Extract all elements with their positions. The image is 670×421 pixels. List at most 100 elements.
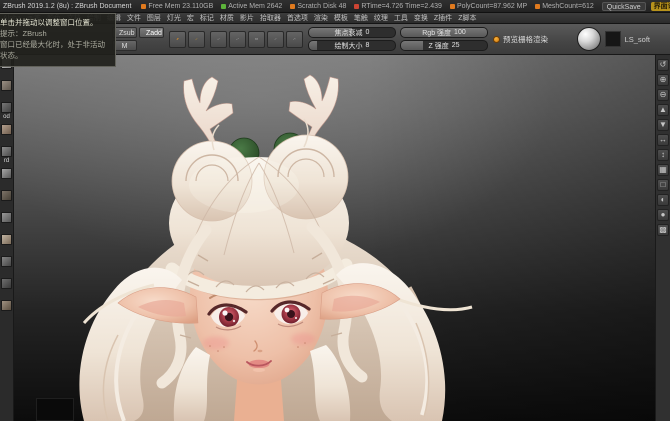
menu-stencil[interactable]: 模板 (334, 13, 348, 23)
toggle-indicator-icon (493, 35, 500, 43)
zoom-out-icon[interactable]: ⊖ (657, 89, 669, 101)
stat-label: Scratch Disk 48 (297, 2, 347, 10)
slider-label: 绘制大小 (334, 42, 363, 50)
stat-polycount: PolyCount=87.962 MP (449, 3, 527, 10)
freehand-icon (217, 38, 220, 40)
stat-label: Active Mem 2642 (228, 2, 283, 10)
menu-stroke[interactable]: 笔触 (354, 13, 368, 23)
z-intensity-slider[interactable]: Z 强度 25 (400, 40, 488, 51)
tray-item[interactable] (1, 212, 12, 230)
menu-file[interactable]: 文件 (127, 13, 141, 23)
sculpt-character (79, 74, 473, 421)
render-preview-toggle[interactable]: 预览栅格渲染 (493, 34, 548, 45)
slider-value: 25 (451, 42, 460, 49)
pen-mode-button[interactable] (169, 30, 186, 48)
sculpt-viewport[interactable] (14, 55, 655, 421)
menu-material[interactable]: 材质 (220, 13, 234, 23)
rect-stroke-button[interactable] (248, 30, 265, 48)
status-dot (141, 3, 147, 9)
status-dot (221, 3, 227, 9)
menu-movie[interactable]: 影片 (240, 13, 254, 23)
material-sphere-preview[interactable] (576, 27, 601, 51)
material-thumbnail-icon[interactable] (1, 300, 12, 311)
texture-thumbnail-icon[interactable] (1, 234, 12, 245)
tray-item-label: od (3, 114, 10, 120)
zadd-button[interactable]: Zadd (139, 27, 164, 38)
menu-marker[interactable]: 标记 (200, 13, 214, 23)
pen-icon (176, 37, 179, 40)
tray-item[interactable] (1, 124, 12, 142)
pan-horizontal-icon[interactable]: ↔ (657, 134, 669, 146)
tooltip-line: 单击并拖动以调整窗口位置。 (0, 18, 98, 27)
alpha-thumbnail-icon[interactable] (1, 190, 12, 201)
menu-transform[interactable]: 变换 (414, 13, 428, 23)
stat-render-time: RTime=4.726 Time=2.439 (354, 3, 442, 10)
quicksave-button[interactable]: QuickSave (601, 1, 646, 11)
material-thumbnail-icon[interactable] (1, 278, 12, 289)
menu-zscript[interactable]: Z脚本 (458, 13, 476, 23)
slider-value: 8 (365, 42, 370, 49)
curve-stroke-button[interactable] (286, 30, 303, 48)
slider-text: 焦点衰减 0 (309, 28, 395, 37)
freehand-stroke-button[interactable] (210, 30, 227, 48)
render-preview-icon[interactable]: ◐ (657, 194, 669, 206)
draw-size-slider[interactable]: 绘制大小 8 (308, 40, 396, 51)
menu-light[interactable]: 灯光 (167, 13, 181, 23)
floor-grid-icon[interactable]: ▦ (657, 164, 669, 176)
tray-item[interactable] (1, 80, 12, 98)
rotate-canvas-icon[interactable]: ↺ (657, 59, 669, 71)
tray-item[interactable] (1, 190, 12, 208)
tray-item[interactable] (1, 256, 12, 274)
stat-label: Free Mem 23.110GB (148, 2, 214, 10)
menu-tool[interactable]: 工具 (394, 13, 408, 23)
material-name: LS_soft (624, 34, 650, 44)
slider-value: 0 (365, 29, 370, 36)
rgb-intensity-slider[interactable]: Rgb 强度 100 (400, 27, 488, 38)
menu-render[interactable]: 渲染 (314, 13, 328, 23)
menu-preferences[interactable]: 首选项 (287, 13, 308, 23)
scroll-down-icon[interactable]: ▼ (657, 119, 669, 131)
texture-thumbnail-icon[interactable] (1, 212, 12, 223)
line-stroke-button[interactable] (267, 30, 284, 48)
zbrush-window: ZBrush 2019.1.2 (8u) : ZBrush Document F… (0, 0, 670, 421)
brush-mode-group (169, 30, 205, 48)
zoom-in-icon[interactable]: ⊕ (657, 74, 669, 86)
brush-mode-button[interactable] (188, 30, 205, 48)
dots-stroke-button[interactable] (229, 30, 246, 48)
focal-shift-slider[interactable]: 焦点衰减 0 (308, 27, 396, 38)
tray-item[interactable] (1, 168, 12, 186)
language-switch-button[interactable]: 界面语言切换 (650, 1, 670, 11)
brush-thumbnail-icon[interactable] (1, 124, 12, 135)
right-blush (291, 333, 315, 345)
pan-vertical-icon[interactable]: ↕ (657, 149, 669, 161)
alpha-thumbnail-icon[interactable] (1, 168, 12, 179)
tray-item[interactable]: rd (1, 146, 12, 164)
brush-thumbnail-icon[interactable] (1, 146, 12, 157)
menu-picker[interactable]: 拾取器 (260, 13, 281, 23)
stat-label: RTime=4.726 Time=2.439 (361, 2, 442, 10)
frame-icon[interactable]: □ (657, 179, 669, 191)
title-bar: ZBrush 2019.1.2 (8u) : ZBrush Document F… (0, 0, 670, 13)
brush-thumbnail-icon[interactable] (1, 102, 12, 113)
scroll-up-icon[interactable]: ▲ (657, 104, 669, 116)
tray-item[interactable] (1, 278, 12, 296)
menu-layer[interactable]: 图层 (147, 13, 161, 23)
curve-icon (293, 38, 296, 41)
tray-item[interactable]: od (1, 102, 12, 120)
material-thumbnail-icon[interactable] (1, 256, 12, 267)
brush-thumbnail-icon[interactable] (1, 80, 12, 91)
tray-item[interactable] (1, 300, 12, 318)
dots-icon (236, 38, 239, 40)
texture-thumbnail[interactable] (604, 31, 621, 47)
pattern-icon[interactable]: ▩ (657, 224, 669, 236)
stat-label: MeshCount=612 (542, 2, 594, 10)
status-dot (290, 3, 296, 9)
line-icon (274, 37, 277, 41)
menu-texture[interactable]: 纹理 (374, 13, 388, 23)
menu-macro[interactable]: 宏 (187, 13, 194, 23)
actual-size-icon[interactable]: ● (657, 209, 669, 221)
tray-item[interactable] (1, 234, 12, 252)
slider-label: Rgb 强度 (422, 29, 452, 37)
menu-zplugin[interactable]: Z插件 (434, 13, 452, 23)
brush-icon (195, 38, 198, 41)
